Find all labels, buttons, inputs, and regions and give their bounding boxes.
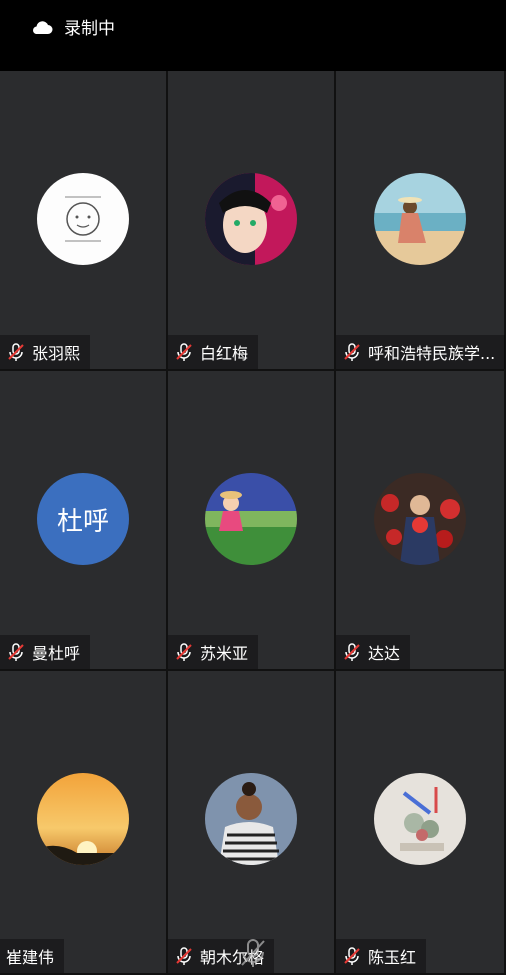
participant-tile[interactable]: 白红梅 xyxy=(168,71,336,371)
participant-name: 陈玉红 xyxy=(368,948,417,967)
avatar xyxy=(37,773,129,865)
participant-name: 达达 xyxy=(368,644,401,663)
recording-label: 录制中 xyxy=(64,19,115,39)
participant-tile[interactable]: 苏米亚 xyxy=(168,371,336,671)
mic-muted-icon xyxy=(8,343,24,361)
avatar xyxy=(205,473,297,565)
participant-tile[interactable]: 达达 xyxy=(336,371,506,671)
avatar xyxy=(374,773,466,865)
mic-muted-icon xyxy=(176,343,192,361)
avatar xyxy=(374,173,466,265)
mic-muted-icon xyxy=(344,947,360,965)
participant-tile[interactable]: 陈玉红 xyxy=(336,671,506,975)
participant-tile[interactable]: 杜呼 曼杜呼 xyxy=(0,371,168,671)
avatar xyxy=(205,773,297,865)
mute-toggle-icon[interactable] xyxy=(238,937,268,969)
mic-muted-icon xyxy=(344,343,360,361)
name-tag: 曼杜呼 xyxy=(0,635,91,669)
avatar xyxy=(205,173,297,265)
participant-name: 崔建伟 xyxy=(6,948,55,967)
avatar xyxy=(37,173,129,265)
participant-name: 呼和浩特民族学... xyxy=(368,344,496,363)
participant-tile[interactable]: 张羽熙 xyxy=(0,71,168,371)
recording-indicator: 录制中 xyxy=(30,14,115,39)
name-tag: 张羽熙 xyxy=(0,335,91,369)
participant-tile[interactable]: 呼和浩特民族学... xyxy=(336,71,506,371)
mic-muted-icon xyxy=(8,643,24,661)
participant-tile[interactable]: 朝木尔格 xyxy=(168,671,336,975)
participant-name: 白红梅 xyxy=(200,344,249,363)
mic-muted-icon xyxy=(344,643,360,661)
participant-name: 张羽熙 xyxy=(32,344,81,363)
cloud-icon xyxy=(33,20,53,34)
name-tag: 白红梅 xyxy=(168,335,259,369)
participant-tile[interactable]: 崔建伟 xyxy=(0,671,168,975)
avatar xyxy=(374,473,466,565)
top-bar: 录制中 xyxy=(0,0,506,70)
participant-name: 苏米亚 xyxy=(200,644,249,663)
name-tag: 达达 xyxy=(336,635,411,669)
name-tag: 苏米亚 xyxy=(168,635,259,669)
name-tag: 呼和浩特民族学... xyxy=(336,335,506,369)
name-tag: 崔建伟 xyxy=(0,939,65,973)
participant-name: 曼杜呼 xyxy=(32,644,81,663)
participant-grid: 张羽熙 白红梅 呼和浩特民族学... 杜呼 曼杜呼 苏米亚 达达 崔建伟 朝木尔… xyxy=(0,71,506,975)
mic-muted-icon xyxy=(176,947,192,965)
avatar-initials: 杜呼 xyxy=(37,473,129,565)
mic-muted-icon xyxy=(176,643,192,661)
name-tag: 陈玉红 xyxy=(336,939,427,973)
